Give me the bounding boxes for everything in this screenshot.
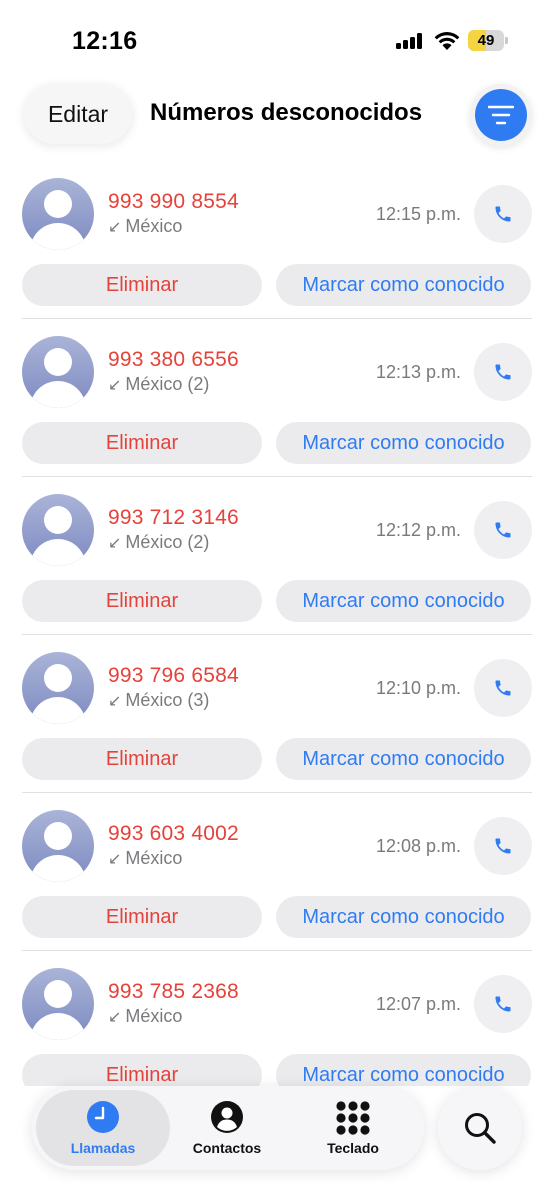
incoming-arrow-icon: ↙	[108, 1009, 122, 1026]
tab-teclado[interactable]: Teclado	[294, 1090, 412, 1166]
row-divider	[22, 950, 532, 951]
call-time: 12:07 p.m.	[375, 994, 461, 1014]
battery-level: 49	[477, 32, 495, 49]
filter-button-container	[470, 84, 532, 146]
delete-button[interactable]: Eliminar	[22, 738, 262, 780]
caller-number[interactable]: 993 712 3146	[108, 506, 239, 530]
incoming-arrow-icon: ↙	[108, 377, 122, 394]
call-back-button[interactable]	[474, 185, 532, 243]
caller-number[interactable]: 993 380 6556	[108, 348, 239, 372]
call-list-item: 993 990 8554 ↙ México 12:15 p.m. Eliminar…	[0, 168, 554, 326]
mark-as-known-button[interactable]: Marcar como conocido	[276, 580, 531, 622]
phone-icon	[495, 522, 511, 538]
page-title: Números desconocidos	[150, 99, 423, 126]
edit-button[interactable]: Editar	[24, 84, 132, 144]
call-location-text: México	[125, 1006, 183, 1026]
call-back-button[interactable]	[474, 343, 532, 401]
call-list-item: 993 603 4002 ↙ México 12:08 p.m. Eliminar…	[0, 800, 554, 958]
phone-icon	[495, 838, 511, 854]
tab-contactos[interactable]: Contactos	[168, 1090, 286, 1166]
tab-label-teclado: Teclado	[327, 1140, 379, 1156]
battery-icon: 49	[468, 30, 508, 51]
call-time: 12:15 p.m.	[375, 204, 461, 224]
avatar-placeholder-icon	[22, 336, 94, 408]
call-location-text: México (2)	[125, 532, 210, 552]
call-list-item: 993 785 2368 ↙ México 12:07 p.m. Eliminar…	[0, 958, 554, 1086]
tab-label-llamadas: Llamadas	[70, 1140, 136, 1156]
caller-number[interactable]: 993 990 8554	[108, 190, 239, 214]
contact-icon	[211, 1101, 243, 1133]
avatar-placeholder-icon	[22, 810, 94, 882]
call-location: ↙ México	[108, 1006, 182, 1027]
avatar-placeholder-icon	[22, 652, 94, 724]
phone-icon	[495, 996, 511, 1012]
delete-button[interactable]: Eliminar	[22, 896, 262, 938]
incoming-arrow-icon: ↙	[108, 535, 122, 552]
incoming-arrow-icon: ↙	[108, 693, 122, 710]
call-time: 12:08 p.m.	[375, 836, 461, 856]
call-location: ↙ México (2)	[108, 532, 209, 553]
call-location: ↙ México	[108, 216, 182, 237]
keypad-icon	[336, 1101, 370, 1135]
caller-number[interactable]: 993 796 6584	[108, 664, 239, 688]
call-list-item: 993 380 6556 ↙ México (2) 12:13 p.m. Elim…	[0, 326, 554, 484]
caller-number[interactable]: 993 603 4002	[108, 822, 239, 846]
cellular-signal-icon	[396, 33, 424, 49]
call-back-button[interactable]	[474, 817, 532, 875]
mark-as-known-button[interactable]: Marcar como conocido	[276, 264, 531, 306]
call-list-item: 993 796 6584 ↙ México (3) 12:10 p.m. Elim…	[0, 642, 554, 800]
mark-as-known-button[interactable]: Marcar como conocido	[276, 1054, 531, 1086]
delete-button[interactable]: Eliminar	[22, 580, 262, 622]
call-location-text: México (3)	[125, 690, 210, 710]
row-divider	[22, 634, 532, 635]
incoming-arrow-icon: ↙	[108, 851, 122, 868]
avatar-placeholder-icon	[22, 494, 94, 566]
status-time: 12:16	[72, 27, 138, 55]
status-bar: 12:16 49	[0, 0, 554, 80]
call-location-text: México	[125, 216, 183, 236]
row-divider	[22, 318, 532, 319]
search-icon	[465, 1113, 496, 1144]
tab-llamadas[interactable]: Llamadas	[36, 1090, 170, 1166]
phone-icon	[495, 364, 511, 380]
incoming-arrow-icon: ↙	[108, 219, 122, 236]
call-location: ↙ México	[108, 848, 182, 869]
tab-bar: Llamadas Contactos Teclado	[32, 1086, 424, 1170]
call-back-button[interactable]	[474, 501, 532, 559]
unknown-calls-list: 993 990 8554 ↙ México 12:15 p.m. Eliminar…	[0, 168, 554, 1086]
call-location: ↙ México (2)	[108, 374, 209, 395]
call-location-text: México	[125, 848, 183, 868]
call-list-item: 993 712 3146 ↙ México (2) 12:12 p.m. Elim…	[0, 484, 554, 642]
avatar-placeholder-icon	[22, 968, 94, 1040]
clock-icon	[87, 1101, 119, 1133]
call-back-button[interactable]	[474, 975, 532, 1033]
call-time: 12:10 p.m.	[375, 678, 461, 698]
search-button[interactable]	[438, 1086, 522, 1170]
delete-button[interactable]: Eliminar	[22, 1054, 262, 1086]
call-location: ↙ México (3)	[108, 690, 209, 711]
avatar-placeholder-icon	[22, 178, 94, 250]
call-back-button[interactable]	[474, 659, 532, 717]
row-divider	[22, 792, 532, 793]
caller-number[interactable]: 993 785 2368	[108, 980, 239, 1004]
mark-as-known-button[interactable]: Marcar como conocido	[276, 738, 531, 780]
filter-button[interactable]	[475, 89, 527, 141]
tab-label-contactos: Contactos	[192, 1140, 262, 1156]
call-location-text: México (2)	[125, 374, 210, 394]
phone-icon	[495, 206, 511, 222]
filter-lines-icon	[488, 105, 514, 125]
delete-button[interactable]: Eliminar	[22, 422, 262, 464]
delete-button[interactable]: Eliminar	[22, 264, 262, 306]
mark-as-known-button[interactable]: Marcar como conocido	[276, 896, 531, 938]
wifi-icon	[434, 32, 460, 50]
mark-as-known-button[interactable]: Marcar como conocido	[276, 422, 531, 464]
row-divider	[22, 476, 532, 477]
call-time: 12:12 p.m.	[375, 520, 461, 540]
phone-icon	[495, 680, 511, 696]
call-time: 12:13 p.m.	[375, 362, 461, 382]
